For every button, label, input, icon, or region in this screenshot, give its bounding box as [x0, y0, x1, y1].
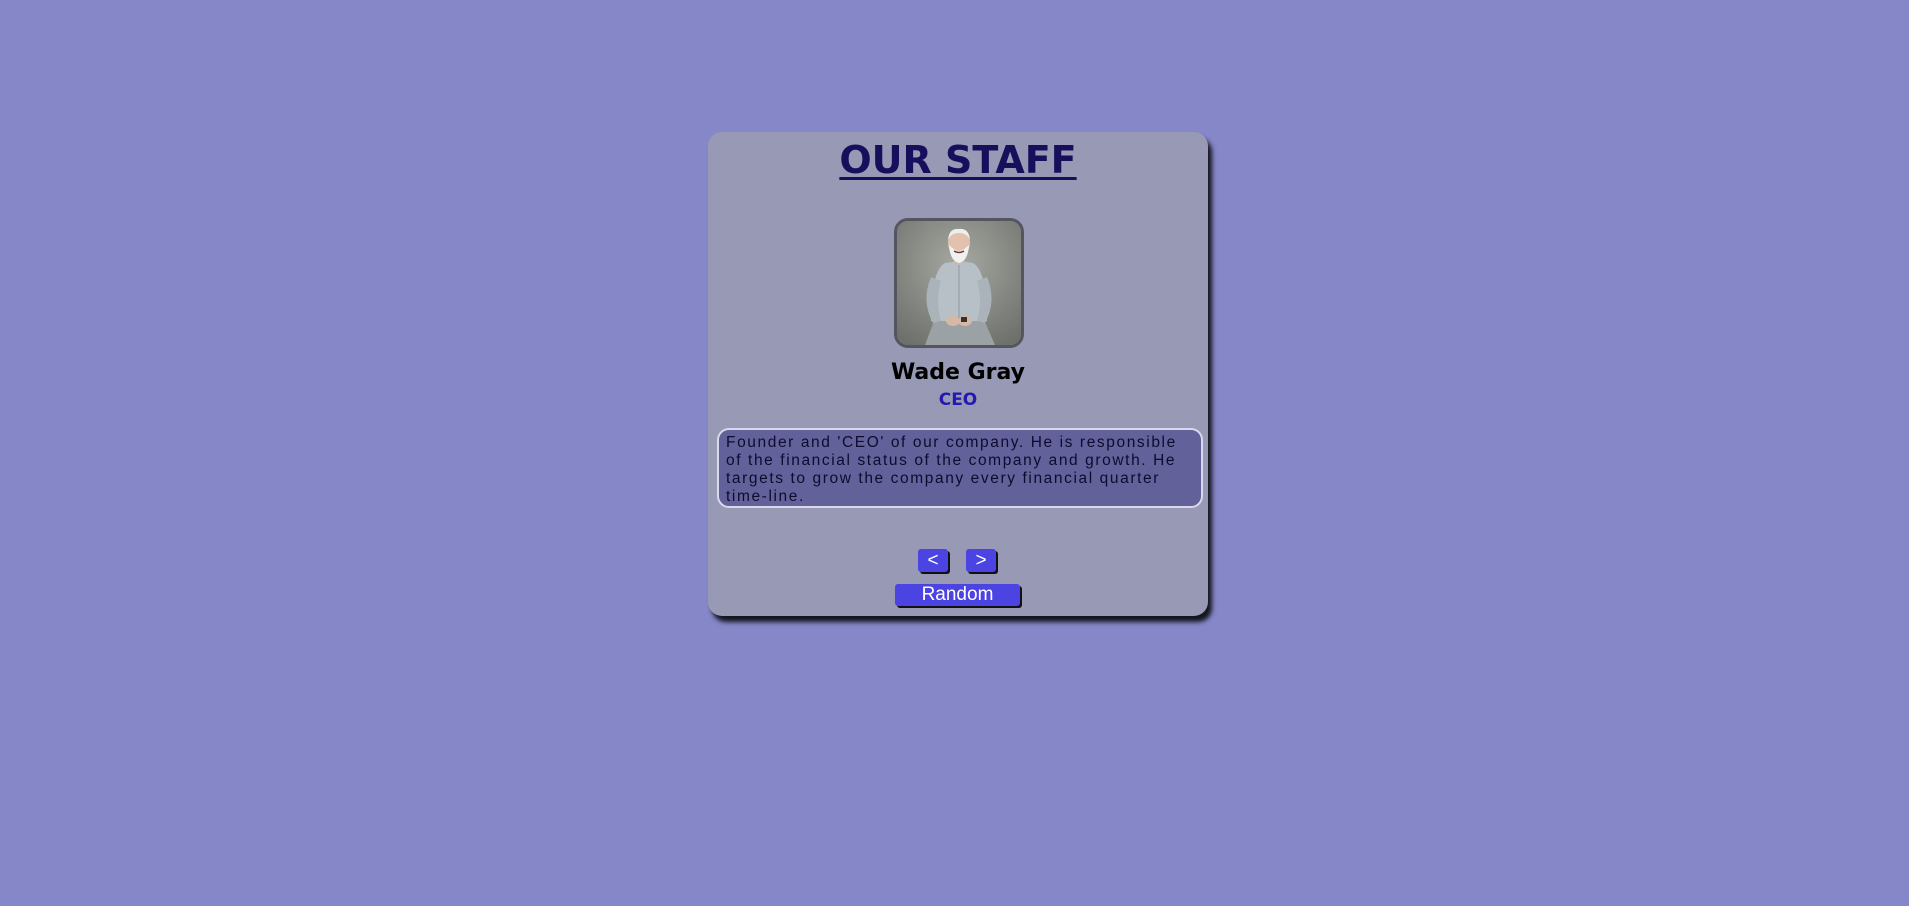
next-button[interactable]: > — [966, 549, 996, 572]
staff-role: CEO — [938, 390, 978, 410]
staff-bio: Founder and 'CEO' of our company. He is … — [717, 428, 1203, 508]
staff-photo — [894, 218, 1024, 348]
page-title: OUR STAFF — [839, 138, 1077, 182]
portrait-photo-icon — [897, 221, 1021, 345]
previous-button[interactable]: < — [918, 549, 948, 572]
staff-name: Wade Gray — [890, 360, 1026, 385]
staff-card: OUR STAFF Wade Gray CEO Founder and 'CEO… — [708, 132, 1208, 616]
random-button[interactable]: Random — [895, 584, 1020, 606]
